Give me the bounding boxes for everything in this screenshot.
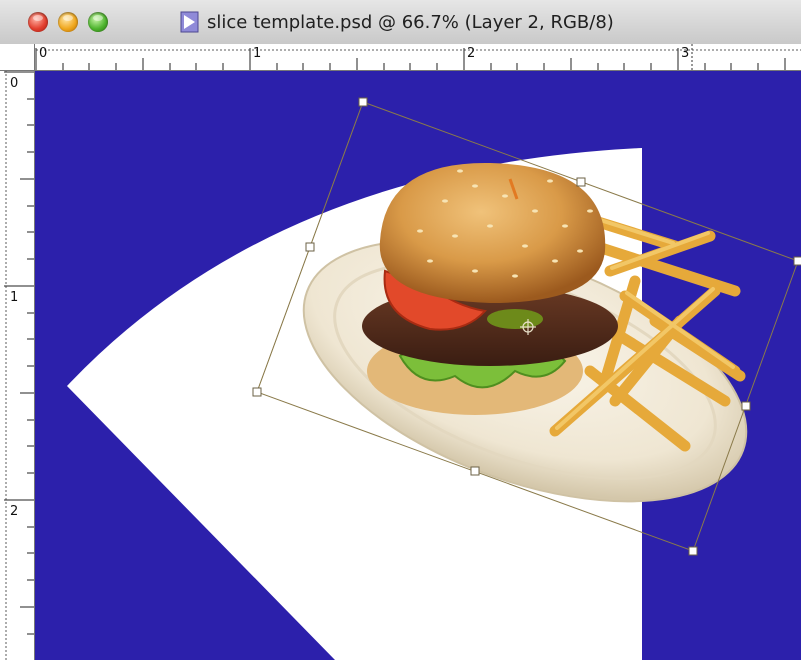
h-ruler-label-2: 2: [467, 46, 476, 61]
window-title-text: slice template.psd @ 66.7% (Layer 2, RGB…: [207, 11, 614, 33]
vertical-ruler[interactable]: 0 1 2: [0, 70, 35, 660]
zoom-window-icon[interactable]: [88, 12, 108, 32]
ruler-origin[interactable]: [0, 44, 35, 71]
h-ruler-label-3: 3: [681, 46, 690, 61]
psd-document-icon: [180, 11, 199, 33]
vertical-ruler-ticks: [4, 70, 34, 660]
h-ruler-label-1: 1: [253, 46, 262, 61]
window-title: slice template.psd @ 66.7% (Layer 2, RGB…: [180, 9, 614, 35]
document-canvas[interactable]: [35, 71, 801, 660]
horizontal-ruler[interactable]: 0 1 2 3: [0, 44, 801, 71]
v-ruler-label-0: 0: [10, 76, 19, 91]
v-ruler-label-2: 2: [10, 504, 19, 519]
v-ruler-label-1: 1: [10, 290, 19, 305]
title-bar[interactable]: slice template.psd @ 66.7% (Layer 2, RGB…: [0, 0, 801, 45]
photoshop-document-window: slice template.psd @ 66.7% (Layer 2, RGB…: [0, 0, 801, 660]
minimize-window-icon[interactable]: [58, 12, 78, 32]
top-bun: [379, 162, 606, 303]
close-window-icon[interactable]: [28, 12, 48, 32]
h-ruler-label-0: 0: [39, 46, 48, 61]
canvas-artwork: [67, 97, 801, 660]
